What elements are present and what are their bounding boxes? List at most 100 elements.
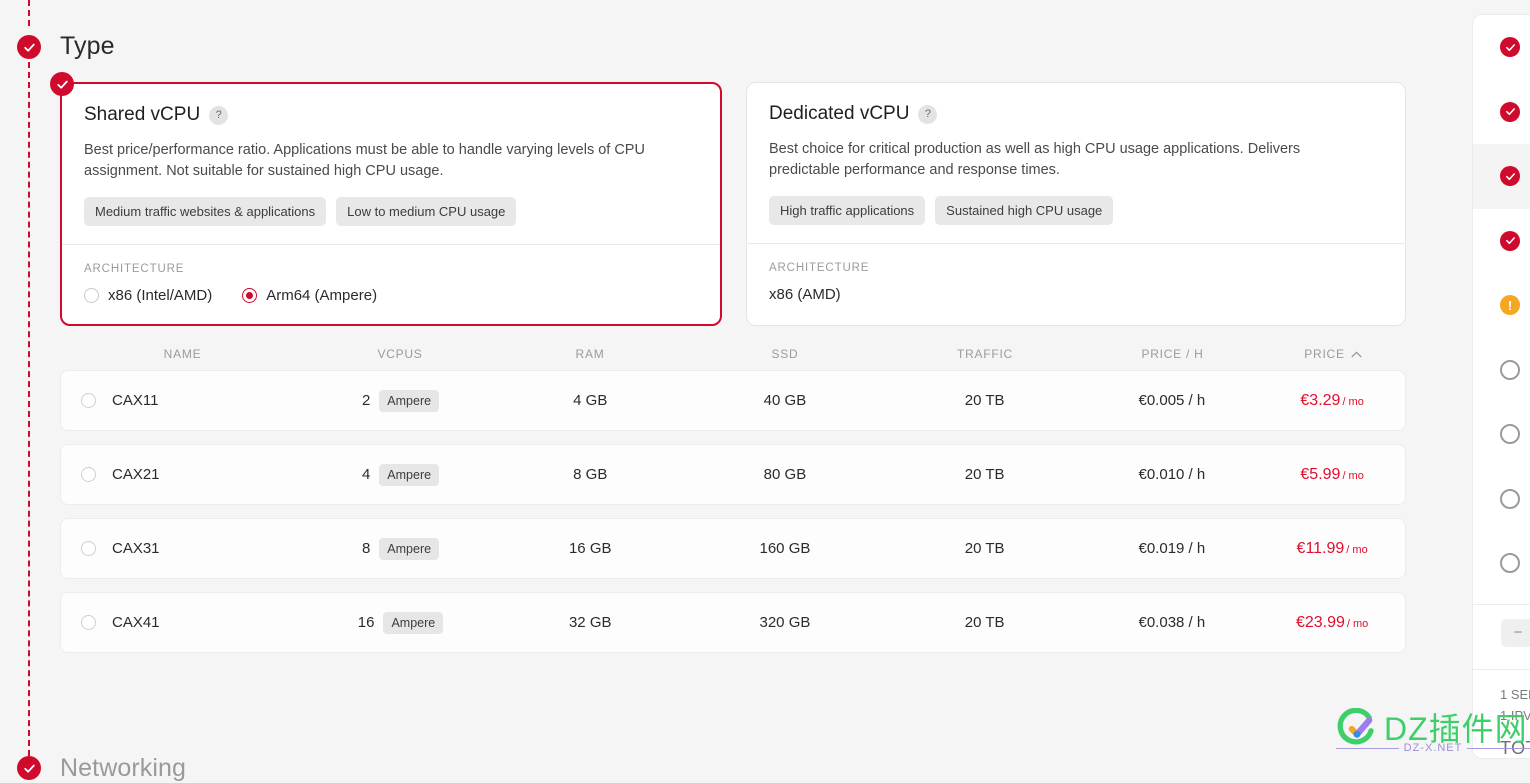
sort-ascending-icon (1351, 351, 1362, 357)
table-row[interactable]: CAX11 2 Ampere 4 GB 40 GB 20 TB €0.005 / h €3.2… (60, 370, 1406, 431)
type-card-shared-vcpu[interactable]: Shared vCPU ? Best price/performance rat… (50, 72, 722, 326)
watermark-circle-icon (1337, 708, 1374, 745)
row-traffic-cell: 20 TB (964, 392, 1005, 409)
row-ram-cell: 8 GB (573, 466, 608, 483)
summary-step-item[interactable] (1473, 209, 1530, 274)
check-icon (1500, 166, 1520, 187)
row-radio-icon[interactable] (81, 467, 96, 482)
plan-name: CAX41 (112, 614, 160, 631)
column-header-name: NAME (163, 347, 202, 361)
row-ram-cell: 16 GB (568, 540, 612, 557)
table-row[interactable]: CAX41 16 Ampere 32 GB 320 GB 20 TB €0.038 / h €… (60, 592, 1406, 653)
summary-step-item[interactable]: ! (1473, 273, 1530, 338)
page-title: Type (60, 32, 115, 60)
architecture-label: ARCHITECTURE (769, 262, 870, 274)
summary-line-ipv: 1 IPV (1500, 707, 1530, 723)
summary-step-item[interactable] (1473, 467, 1530, 532)
summary-step-item[interactable] (1473, 144, 1530, 209)
empty-circle-icon (1500, 488, 1520, 509)
column-header-price-label: PRICE (1304, 347, 1345, 361)
watermark-domain: DZ-X.NET (1403, 742, 1463, 754)
architecture-option-arm64[interactable]: Arm64 (Ampere) (242, 287, 377, 304)
quantity-decrement-button[interactable]: − (1501, 618, 1530, 647)
plan-name: CAX21 (112, 466, 160, 483)
table-row[interactable]: CAX21 4 Ampere 8 GB 80 GB 20 TB €0.010 / h €5.9… (60, 444, 1406, 505)
row-price-cell: €11.99/ mo (1259, 540, 1405, 558)
summary-step-item[interactable] (1473, 338, 1530, 403)
row-radio-icon[interactable] (81, 615, 96, 630)
summary-step-item[interactable] (1473, 531, 1530, 596)
architecture-section: ARCHITECTURE x86 (Intel/AMD) Arm64 (Ampe… (62, 245, 720, 324)
row-vcpus-cell: 8 Ampere (306, 537, 496, 560)
section-title-networking: Networking (60, 754, 187, 782)
card-tag-list: High traffic applications Sustained high… (769, 196, 1383, 225)
empty-circle-icon (1500, 553, 1520, 574)
architecture-label: ARCHITECTURE (84, 263, 185, 275)
rail-segment-top (28, 0, 30, 26)
row-vcpus-cell: 4 Ampere (306, 463, 496, 486)
architecture-value: x86 (AMD) (769, 286, 841, 303)
architecture-option-x86[interactable]: x86 (Intel/AMD) (84, 287, 212, 304)
row-traffic-cell: 20 TB (964, 466, 1005, 483)
radio-icon-selected[interactable] (242, 288, 258, 303)
card-tag: High traffic applications (769, 196, 926, 225)
summary-step-list: ! (1473, 15, 1530, 596)
row-name-cell: CAX11 (61, 392, 306, 409)
table-body: CAX11 2 Ampere 4 GB 40 GB 20 TB €0.005 / h €3.2… (60, 370, 1406, 653)
price-period: / mo (1342, 469, 1364, 482)
row-price-per-hour-cell: €0.019 / h (1138, 540, 1206, 557)
card-tag: Low to medium CPU usage (336, 197, 517, 226)
step-rail (28, 0, 30, 773)
row-radio-icon[interactable] (81, 393, 96, 408)
check-icon (1500, 101, 1520, 122)
help-icon[interactable]: ? (209, 105, 229, 125)
row-radio-icon[interactable] (81, 541, 96, 556)
row-ram-cell: 32 GB (568, 614, 612, 631)
order-summary-panel: ! − 1 SER 1 IPV TOT All p (1472, 14, 1530, 759)
architecture-option-label: Arm64 (Ampere) (266, 287, 378, 304)
watermark-rule-left (1336, 747, 1399, 749)
row-price-per-hour-cell: €0.005 / h (1138, 392, 1206, 409)
column-header-ram: RAM (575, 347, 605, 361)
cpu-vendor-badge: Ampere (379, 463, 440, 486)
column-header-ssd: SSD (771, 347, 799, 361)
card-tag-list: Medium traffic websites & applications L… (84, 197, 698, 226)
type-card-dedicated-vcpu[interactable]: Dedicated vCPU ? Best choice for critica… (746, 82, 1406, 326)
row-ssd-cell: 40 GB (763, 392, 807, 409)
summary-step-item[interactable] (1473, 402, 1530, 467)
step-complete-badge-type (17, 35, 41, 59)
vcpus-value: 2 (361, 392, 371, 409)
table-header-row: NAME VCPUS RAM SSD TRAFFIC PRICE / H PRI… (60, 338, 1406, 370)
price-amount: €3.29 (1300, 391, 1341, 409)
row-ssd-cell: 80 GB (763, 466, 807, 483)
vcpus-value: 8 (361, 540, 371, 557)
rail-segment-bottom (28, 62, 30, 756)
price-period: / mo (1342, 395, 1364, 408)
radio-icon[interactable] (84, 288, 99, 303)
help-icon[interactable]: ? (918, 104, 938, 124)
cpu-vendor-badge: Ampere (379, 389, 440, 412)
plans-table: NAME VCPUS RAM SSD TRAFFIC PRICE / H PRI… (60, 338, 1406, 666)
check-icon (1500, 230, 1520, 251)
row-price-per-hour-cell: €0.010 / h (1138, 466, 1206, 483)
price-amount: €11.99 (1296, 539, 1345, 557)
card-tag: Medium traffic websites & applications (84, 197, 327, 226)
row-traffic-cell: 20 TB (964, 614, 1005, 631)
column-header-price-sortable[interactable]: PRICE (1260, 347, 1406, 361)
price-period: / mo (1346, 543, 1368, 556)
column-header-price-per-hour: PRICE / H (1141, 347, 1204, 361)
row-name-cell: CAX21 (61, 466, 306, 483)
card-body: Shared vCPU ? Best price/performance rat… (62, 84, 720, 244)
row-price-cell: €3.29/ mo (1259, 392, 1405, 410)
summary-step-item[interactable] (1473, 15, 1530, 80)
row-price-cell: €5.99/ mo (1259, 466, 1405, 484)
card-description: Best choice for critical production as w… (769, 141, 1301, 178)
row-vcpus-cell: 2 Ampere (306, 389, 496, 412)
card-header: Dedicated vCPU ? (769, 103, 1383, 125)
table-row[interactable]: CAX31 8 Ampere 16 GB 160 GB 20 TB €0.019 / h €1… (60, 518, 1406, 579)
warning-icon: ! (1500, 295, 1520, 316)
row-traffic-cell: 20 TB (964, 540, 1005, 557)
architecture-option-label: x86 (Intel/AMD) (108, 287, 213, 304)
summary-step-item[interactable] (1473, 80, 1530, 145)
empty-circle-icon (1500, 424, 1520, 445)
